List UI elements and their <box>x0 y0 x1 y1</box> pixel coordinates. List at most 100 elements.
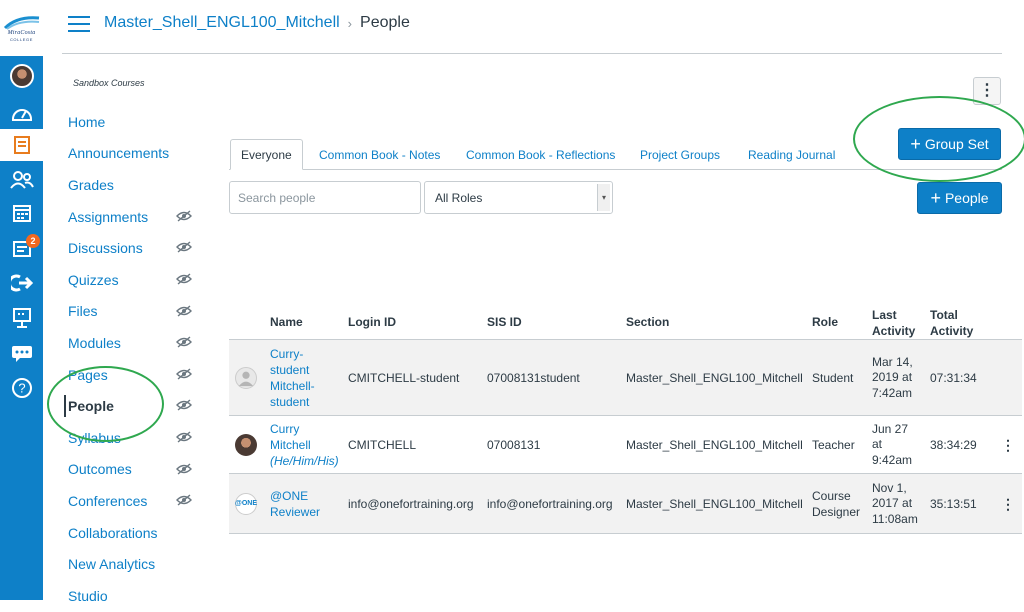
person-name-link[interactable]: Curry Mitchell (He/Him/His) <box>270 421 342 469</box>
course-nav-item-syllabus[interactable]: Syllabus <box>68 422 198 454</box>
groups-nav[interactable] <box>0 164 43 196</box>
last-activity-line: 7:42am <box>872 385 913 400</box>
last-activity-line: 2017 at <box>872 495 913 510</box>
course-nav-item-files[interactable]: Files <box>68 296 198 328</box>
svg-text:?: ? <box>18 381 25 396</box>
person-name-line: Reviewer <box>270 504 321 519</box>
eye-slash-icon <box>176 210 192 222</box>
course-nav-item-grades[interactable]: Grades <box>68 169 198 201</box>
last-activity-line: Jun 27 <box>872 421 909 436</box>
header-divider <box>62 53 1002 54</box>
row-options-icon[interactable]: ⋮ <box>1001 438 1015 452</box>
person-name-link[interactable]: @ONE Reviewer <box>270 488 342 520</box>
course-nav-item-home[interactable]: Home <box>68 106 198 138</box>
tab-project-groups[interactable]: Project Groups <box>630 139 730 170</box>
account-nav[interactable] <box>0 60 43 92</box>
course-nav-item-outcomes[interactable]: Outcomes <box>68 454 198 486</box>
one-logo-avatar: @ONE <box>235 492 257 515</box>
roles-select-value: All Roles <box>435 190 483 205</box>
col-role: Role <box>812 315 839 329</box>
course-nav-label: Pages <box>68 366 108 383</box>
course-nav-item-people[interactable]: People <box>64 390 198 422</box>
login-id-cell: CMITCHELL <box>348 437 417 452</box>
commons-arrow-icon <box>10 274 33 292</box>
people-table: Name Login ID SIS ID Section Role Last A… <box>229 302 1022 534</box>
breadcrumb-current: People <box>360 14 410 31</box>
course-nav-label: Discussions <box>68 240 143 257</box>
last-activity-line: 2019 at <box>872 369 913 384</box>
global-nav: MiraCosta COLLEGE 2 ? <box>0 0 43 600</box>
course-nav-item-collaborations[interactable]: Collaborations <box>68 517 198 549</box>
help-nav[interactable]: ? <box>0 372 43 404</box>
studio-nav[interactable] <box>0 302 43 334</box>
person-name-line: Curry <box>270 421 300 436</box>
book-icon <box>13 136 30 154</box>
eye-slash-icon <box>176 368 192 380</box>
eye-slash-icon <box>176 241 192 253</box>
course-nav-label: Assignments <box>68 208 149 225</box>
section-cell: Master_Shell_ENGL100_Mitchell <box>626 437 803 452</box>
course-nav-item-announcements[interactable]: Announcements <box>68 138 198 170</box>
section-cell: Master_Shell_ENGL100_Mitchell <box>626 496 803 511</box>
role-cell: Student <box>812 370 853 386</box>
eye-slash-icon <box>176 431 192 443</box>
role-line: Student <box>812 370 854 385</box>
term-label: Sandbox Courses <box>73 78 145 88</box>
person-name-line: Mitchell <box>270 437 311 452</box>
roles-select[interactable]: All Roles ▾ <box>424 181 613 214</box>
row-options-icon[interactable]: ⋮ <box>1001 497 1015 511</box>
inbox-nav[interactable]: 2 <box>0 232 43 264</box>
eye-slash-icon <box>176 273 192 285</box>
col-total-activity-line2: Activity <box>930 324 974 338</box>
tab-common-book-reflections[interactable]: Common Book - Reflections <box>456 139 625 170</box>
person-name-line: Curry- <box>270 346 304 361</box>
tab-common-book-notes[interactable]: Common Book - Notes <box>309 139 450 170</box>
settings-kebab-button[interactable]: ⋮ <box>973 77 1001 105</box>
breadcrumb-course-link[interactable]: Master_Shell_ENGL100_Mitchell <box>104 14 340 32</box>
chat-nav[interactable] <box>0 337 43 369</box>
course-nav-item-discussions[interactable]: Discussions <box>68 232 198 264</box>
col-last-activity-line1: Last <box>872 308 897 322</box>
table-row: Curry Mitchell (He/Him/His) CMITCHELL 070081… <box>229 416 1022 474</box>
tab-everyone[interactable]: Everyone <box>230 139 303 170</box>
chevron-right-icon: › <box>347 15 353 31</box>
college-logo[interactable]: MiraCosta COLLEGE <box>0 0 43 56</box>
col-last-activity-line2: Activity <box>872 324 916 338</box>
course-nav-label: New Analytics <box>68 556 156 573</box>
chat-icon <box>11 346 32 362</box>
last-activity-line: 11:08am <box>872 511 918 526</box>
groups-icon <box>9 171 34 189</box>
course-nav-item-pages[interactable]: Pages <box>68 359 198 391</box>
person-name-link[interactable]: Curry-student Mitchell-student <box>270 346 342 410</box>
course-nav-item-assignments[interactable]: Assignments <box>68 201 198 233</box>
course-nav-item-modules[interactable]: Modules <box>68 327 198 359</box>
commons-nav[interactable] <box>0 267 43 299</box>
tab-reading-journal[interactable]: Reading Journal <box>738 139 845 170</box>
course-nav-item-conferences[interactable]: Conferences <box>68 485 198 517</box>
search-people-input[interactable] <box>229 181 421 214</box>
calendar-nav[interactable] <box>0 197 43 229</box>
login-id-cell: CMITCHELL-student <box>348 370 460 385</box>
course-nav-label: Quizzes <box>68 271 119 288</box>
courses-nav[interactable] <box>0 129 43 161</box>
course-nav-item-quizzes[interactable]: Quizzes <box>68 264 198 296</box>
course-nav-item-studio[interactable]: Studio <box>68 580 198 612</box>
dashboard-nav[interactable] <box>0 97 43 129</box>
last-activity-line: 9:42am <box>872 452 913 467</box>
user-avatar <box>9 64 34 88</box>
help-icon: ? <box>11 378 32 398</box>
add-group-set-button[interactable]: + Group Set <box>898 128 1001 160</box>
last-activity-line: at <box>872 436 883 451</box>
course-nav-label: Outcomes <box>68 461 132 478</box>
people-label: People <box>944 190 989 206</box>
col-total-activity-line1: Total <box>930 308 958 322</box>
eye-slash-icon <box>176 399 192 411</box>
course-nav-item-new-analytics[interactable]: New Analytics <box>68 548 198 580</box>
role-cell: Course Designer <box>812 488 860 520</box>
person-name-line: Mitchell- <box>270 378 315 393</box>
group-tabs: Everyone Common Book - Notes Common Book… <box>229 139 1002 170</box>
add-people-button[interactable]: + People <box>917 182 1002 214</box>
course-menu-toggle[interactable] <box>68 16 90 32</box>
course-nav-label: Files <box>68 303 98 320</box>
course-nav-label: Home <box>68 113 106 130</box>
